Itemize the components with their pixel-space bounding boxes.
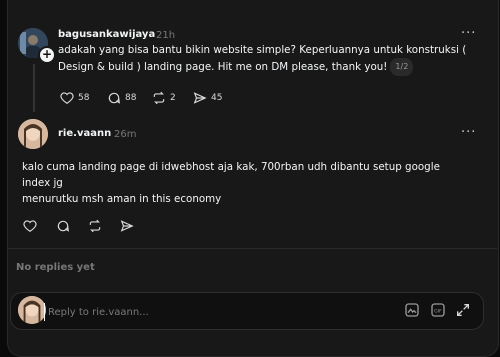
composer-avatar <box>18 296 46 324</box>
expand-icon[interactable] <box>455 302 471 318</box>
reply-body-line: menurutku msh aman in this economy <box>22 193 222 205</box>
avatar-rie-vaann[interactable] <box>18 119 48 149</box>
page-indicator-badge[interactable]: 1/2 <box>390 58 414 76</box>
reply-more-button[interactable]: ··· <box>461 125 476 140</box>
comment-count: 88 <box>125 93 137 103</box>
repost-count: 2 <box>170 93 176 103</box>
post-username[interactable]: bagusankawijaya <box>58 29 155 40</box>
reply-body-line: index jg <box>22 177 63 189</box>
no-replies-label: No replies yet <box>16 262 95 273</box>
repost-icon <box>89 219 101 233</box>
heart-icon <box>60 92 74 104</box>
reply-like-button[interactable] <box>23 219 37 233</box>
like-button[interactable]: 58 <box>60 91 89 105</box>
post-time[interactable]: 21h <box>156 30 175 41</box>
reply-comment-button[interactable] <box>56 219 70 233</box>
post-body: adakah yang bisa bantu bikin website sim… <box>58 42 466 76</box>
image-icon[interactable] <box>404 302 420 318</box>
reply-repost-button[interactable] <box>88 219 102 233</box>
reply-username[interactable]: rie.vaann <box>58 128 111 139</box>
share-count: 45 <box>211 93 223 103</box>
post-more-button[interactable]: ··· <box>461 26 476 41</box>
follow-plus-icon[interactable]: + <box>38 46 56 64</box>
thread-connector-line <box>33 64 35 112</box>
share-button[interactable]: 45 <box>193 91 222 105</box>
comment-icon <box>57 220 69 232</box>
gif-icon[interactable]: GIF <box>430 302 446 318</box>
post-body-line: Design & build ) landing page. Hit me on… <box>58 58 466 76</box>
comment-icon <box>108 92 120 104</box>
post-body-text: Design & build ) landing page. Hit me on… <box>58 61 388 73</box>
section-divider <box>7 248 497 249</box>
repost-button[interactable]: 2 <box>152 91 176 105</box>
reply-time[interactable]: 26m <box>114 129 136 140</box>
repost-icon <box>153 91 165 105</box>
comment-button[interactable]: 88 <box>107 91 136 105</box>
like-count: 58 <box>78 93 90 103</box>
reply-share-button[interactable] <box>120 219 134 233</box>
reply-input[interactable] <box>44 303 330 321</box>
reply-body: kalo cuma landing page di idwebhost aja … <box>22 159 440 207</box>
svg-text:GIF: GIF <box>434 308 442 314</box>
reply-body-line: kalo cuma landing page di idwebhost aja … <box>22 161 440 173</box>
heart-icon <box>23 220 37 232</box>
post-body-line: adakah yang bisa bantu bikin website sim… <box>58 44 467 56</box>
share-icon <box>120 220 134 232</box>
share-icon <box>193 92 207 104</box>
